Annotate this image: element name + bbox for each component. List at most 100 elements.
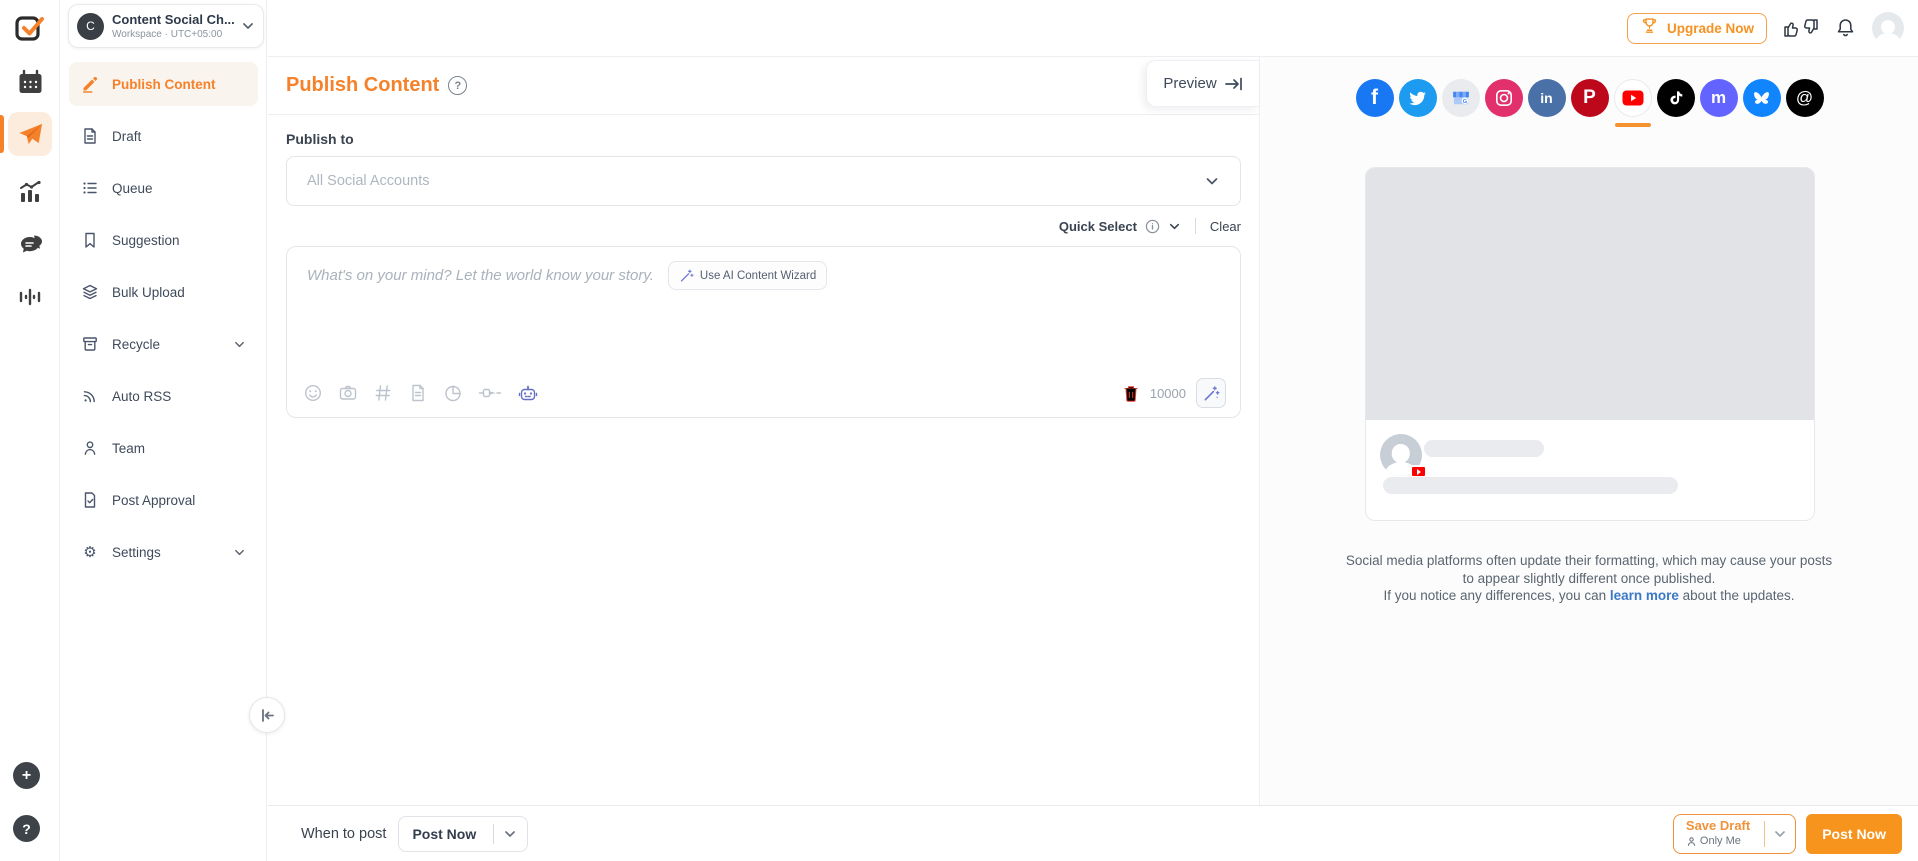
add-new-button[interactable]: + [13,762,40,789]
pencil-icon [81,75,99,93]
platform-threads-icon[interactable]: @ [1786,79,1824,117]
when-to-post-label: When to post [301,826,386,842]
publish-paper-plane-icon[interactable] [8,112,52,156]
footer-bar: When to post Post Now Save Draft Only Me… [268,805,1918,861]
disclaimer-line-2: to appear slightly different once publis… [1309,570,1869,588]
sidebar-item-auto-rss[interactable]: Auto RSS [69,374,258,418]
page-title: Publish Content [286,74,439,97]
topbar: Upgrade Now [268,0,1918,57]
bookmark-icon [81,231,99,249]
save-draft-button[interactable]: Save Draft Only Me [1673,814,1796,854]
preview-description-placeholder [1383,477,1678,494]
platform-tiktok-icon[interactable] [1657,79,1695,117]
schedule-dropdown[interactable]: Post Now [398,816,528,852]
post-composer[interactable]: What's on your mind? Let the world know … [286,246,1241,418]
sidebar-item-label: Auto RSS [112,389,246,404]
channel-avatar [1380,434,1422,476]
help-button[interactable]: ? [13,815,40,842]
schedule-value: Post Now [412,826,493,842]
robot-icon[interactable] [517,382,539,404]
platform-bluesky-icon[interactable] [1743,79,1781,117]
layers-icon [81,283,99,301]
chevron-down-icon [1204,173,1220,189]
title-help-icon[interactable]: ? [448,76,467,95]
platform-google-business-icon[interactable]: G [1442,79,1480,117]
platform-selector-row: f G in P m @ [1261,79,1918,117]
analytics-icon[interactable] [10,172,50,212]
gear-icon: ⚙ [81,543,99,561]
divider [1764,821,1765,847]
emoji-icon[interactable] [303,383,323,403]
sidebar-item-bulk-upload[interactable]: Bulk Upload [69,270,258,314]
post-now-button[interactable]: Post Now [1806,814,1902,854]
sidebar-item-team[interactable]: Team [69,426,258,470]
preview-disclaimer: Social media platforms often update thei… [1309,552,1869,605]
info-icon[interactable] [1145,219,1160,234]
preview-toggle-button[interactable]: Preview [1146,60,1259,107]
preview-title-placeholder [1424,440,1544,457]
sidebar-item-suggestion[interactable]: Suggestion [69,218,258,262]
sidebar-item-label: Draft [112,129,246,144]
sidebar-item-recycle[interactable]: Recycle [69,322,258,366]
ai-content-wizard-button[interactable]: Use AI Content Wizard [668,261,827,290]
file-icon[interactable] [408,383,428,403]
sidebar-item-label: Settings [112,545,220,560]
chevron-down-icon[interactable] [1168,220,1181,233]
app-logo-icon[interactable] [14,12,46,44]
learn-more-link[interactable]: learn more [1610,588,1679,603]
composer-toolbar: 10000 [303,378,1226,408]
sidebar-item-label: Team [112,441,246,456]
plug-icon[interactable] [478,383,502,403]
pie-chart-icon[interactable] [443,383,463,403]
hashtag-icon[interactable] [373,383,393,403]
arrow-to-bar-icon [1225,77,1243,91]
inbox-chat-icon[interactable] [10,226,50,266]
media-waveform-icon[interactable] [10,277,50,317]
platform-instagram-icon[interactable] [1485,79,1523,117]
platform-youtube-icon[interactable] [1614,79,1652,117]
chevron-down-icon [1773,827,1787,841]
workspace-selector[interactable]: C Content Social Ch... Workspace · UTC+0… [68,4,264,48]
upgrade-now-label: Upgrade Now [1667,21,1754,36]
notifications-bell-icon[interactable] [1835,17,1856,39]
sidebar-item-settings[interactable]: ⚙ Settings [69,530,258,574]
platform-twitter-icon[interactable] [1399,79,1437,117]
sidebar-item-draft[interactable]: Draft [69,114,258,158]
platform-pinterest-icon[interactable]: P [1571,79,1609,117]
quick-select-button[interactable]: Quick Select [1059,219,1137,234]
platform-mastodon-icon[interactable]: m [1700,79,1738,117]
sidebar-item-publish-content[interactable]: Publish Content [69,62,258,106]
trash-icon[interactable] [1122,384,1140,403]
user-avatar[interactable] [1872,12,1904,44]
disclaimer-line-3: If you notice any differences, you can l… [1309,587,1869,605]
social-accounts-dropdown[interactable]: All Social Accounts [286,156,1241,206]
rail-active-indicator [0,115,4,153]
chevron-down-icon [233,546,246,559]
sidebar-item-label: Publish Content [112,77,246,92]
app-window: + ? C Content Social Ch... Workspace · U… [0,0,1918,861]
list-icon [81,179,99,197]
editor-placeholder[interactable]: What's on your mind? Let the world know … [307,267,654,284]
upgrade-now-button[interactable]: Upgrade Now [1627,13,1767,44]
magic-wand-icon [1203,385,1220,402]
planner-calendar-icon[interactable] [10,62,50,102]
quick-select-row: Quick Select Clear [286,218,1241,234]
sidebar-item-queue[interactable]: Queue [69,166,258,210]
chevron-down-icon [233,338,246,351]
archive-icon [81,335,99,353]
platform-facebook-icon[interactable]: f [1356,79,1394,117]
sidebar-item-label: Post Approval [112,493,246,508]
feedback-thumbs-icon[interactable] [1783,17,1819,39]
camera-icon[interactable] [338,383,358,403]
main-header: Publish Content ? [268,57,1259,115]
sidebar: C Content Social Ch... Workspace · UTC+0… [61,0,267,861]
ai-wand-button[interactable] [1196,378,1226,408]
sidebar-item-post-approval[interactable]: Post Approval [69,478,258,522]
clear-button[interactable]: Clear [1210,219,1241,234]
doc-check-icon [81,491,99,509]
platform-linkedin-icon[interactable]: in [1528,79,1566,117]
character-counter: 10000 [1150,386,1186,401]
sidebar-item-label: Queue [112,181,246,196]
sidebar-collapse-button[interactable] [249,697,285,733]
sidebar-menu: Publish Content Draft Queue Suggestion [69,62,258,574]
